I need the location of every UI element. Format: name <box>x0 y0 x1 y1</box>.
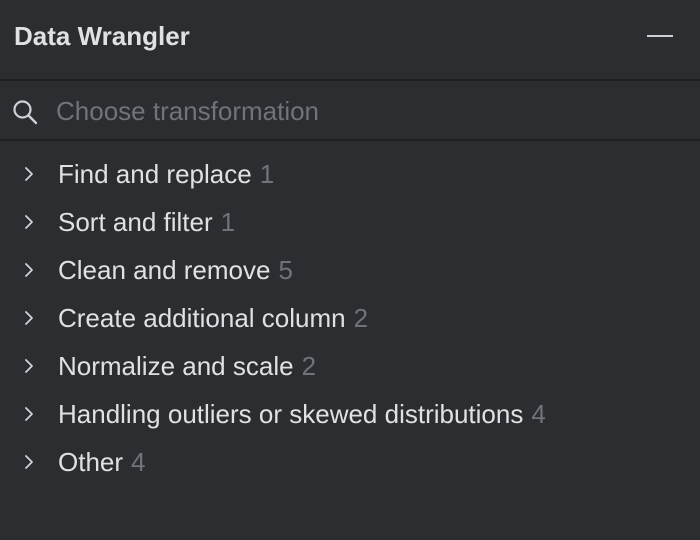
list-item[interactable]: Normalize and scale 2 <box>0 342 700 390</box>
list-item[interactable]: Other 4 <box>0 438 700 486</box>
chevron-right-icon <box>25 407 33 421</box>
panel-header: Data Wrangler <box>0 0 700 81</box>
search-bar <box>0 81 700 141</box>
list-item-count: 1 <box>220 207 236 237</box>
list-item-label: Sort and filter <box>58 207 213 237</box>
list-item[interactable]: Sort and filter 1 <box>0 198 700 246</box>
list-item[interactable]: Find and replace 1 <box>0 150 700 198</box>
chevron-right-icon <box>25 311 33 325</box>
list-item-label: Create additional column <box>58 303 346 333</box>
list-item-text: Create additional column 2 <box>58 301 368 335</box>
list-item-label: Other <box>58 447 124 477</box>
list-item-label: Clean and remove <box>58 255 271 285</box>
list-item-text: Other 4 <box>58 445 146 479</box>
chevron-right-icon <box>25 167 33 181</box>
minimize-button[interactable] <box>638 20 682 54</box>
list-item-label: Handling outliers or skewed distribution… <box>58 399 524 429</box>
transformation-list: Find and replace 1 Sort and filter 1 Clean… <box>0 150 700 486</box>
minimize-icon <box>647 35 673 37</box>
list-item-count: 1 <box>259 159 275 189</box>
chevron-right-icon <box>25 455 33 469</box>
list-item[interactable]: Create additional column 2 <box>0 294 700 342</box>
list-item-count: 5 <box>278 255 293 285</box>
chevron-right-icon <box>25 263 33 277</box>
data-wrangler-panel: Data Wrangler Find and replace1 Sort and <box>0 0 700 540</box>
list-item-count: 4 <box>131 447 146 477</box>
chevron-right-icon <box>25 359 33 373</box>
list-item-label: Normalize and scale <box>58 351 294 381</box>
list-item-count: 4 <box>531 399 546 429</box>
list-item-count: 2 <box>353 303 369 333</box>
list-item[interactable]: Clean and remove 5 <box>0 246 700 294</box>
list-item-text: Normalize and scale 2 <box>58 349 316 383</box>
list-item-text: Find and replace 1 <box>58 157 274 191</box>
panel-title: Data Wrangler <box>14 21 190 51</box>
list-item-text: Handling outliers or skewed distribution… <box>58 397 546 431</box>
list-item-text: Clean and remove 5 <box>58 253 293 287</box>
list-item-count: 2 <box>301 351 317 381</box>
chevron-right-icon <box>25 215 33 229</box>
list-item-text: Sort and filter 1 <box>58 205 235 239</box>
search-input[interactable] <box>56 93 676 129</box>
search-icon <box>13 100 38 125</box>
list-item-label: Find and replace <box>58 159 252 189</box>
list-item[interactable]: Handling outliers or skewed distribution… <box>0 390 700 438</box>
